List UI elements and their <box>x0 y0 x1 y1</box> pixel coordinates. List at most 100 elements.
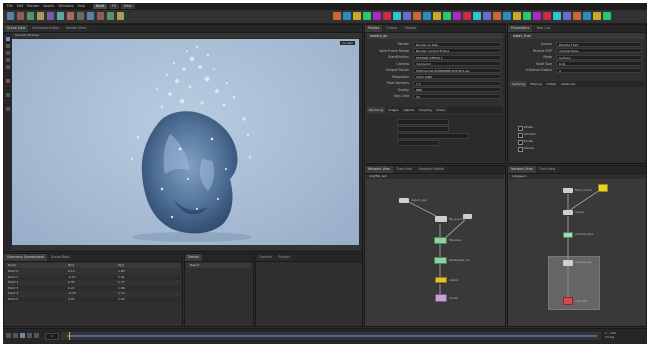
shelf-tool-icon[interactable] <box>483 12 491 20</box>
param-field[interactable]: Surface <box>556 54 642 60</box>
shelf-tool-icon[interactable] <box>77 12 84 20</box>
tab-scene-view[interactable]: Scene View <box>4 25 29 32</box>
node-yellow-flag[interactable] <box>598 184 608 192</box>
tab-scene-data[interactable]: Scene Data <box>47 254 73 261</box>
menu-item-assets[interactable]: Assets <box>43 4 54 8</box>
render-node-name[interactable]: mantra_ipr <box>370 33 387 39</box>
node-flip-source[interactable] <box>435 216 447 222</box>
tab-objects[interactable]: Objects <box>401 25 420 32</box>
record-icon[interactable] <box>6 79 10 83</box>
tab-mantra[interactable]: Mantra <box>365 25 383 32</box>
lower-param-field-2[interactable] <box>397 126 449 132</box>
param-field[interactable]: 10 <box>413 93 501 99</box>
move-tool-icon[interactable] <box>6 44 10 48</box>
shelf-tool-icon[interactable] <box>533 12 541 20</box>
network-path-2[interactable]: /obj/geo1 <box>512 174 526 179</box>
shelf-tool-icon[interactable] <box>373 12 381 20</box>
param-field[interactable]: 1920 1080 <box>413 74 501 79</box>
network-path-1[interactable]: /obj/flip_sim <box>369 174 387 179</box>
tab-python[interactable]: Python <box>275 254 293 261</box>
step-back-icon[interactable] <box>13 333 18 338</box>
node-particle-fluid[interactable] <box>563 232 573 238</box>
shelf-tool-icon[interactable] <box>393 12 401 20</box>
subtab-scripting[interactable]: Scripting <box>417 107 434 113</box>
tab-network-view[interactable]: Network View <box>365 166 393 173</box>
display-mode-label[interactable]: Smooth Shaded <box>15 33 39 38</box>
timeline-playhead[interactable] <box>69 332 70 340</box>
node-volume-vop[interactable] <box>563 260 573 266</box>
shelf-tool-icon[interactable] <box>493 12 501 20</box>
param-field[interactable]: /obj/particles <box>556 48 642 53</box>
col-header-node[interactable]: Node <box>6 263 68 268</box>
shelf-tool-icon[interactable] <box>47 12 54 20</box>
shelf-tool-icon[interactable] <box>513 12 521 20</box>
lower-param-field-4[interactable] <box>397 140 439 146</box>
shelf-tool-icon[interactable] <box>453 12 461 20</box>
current-frame-field[interactable]: 1 <box>45 333 59 340</box>
shelf-tool-icon[interactable] <box>403 12 411 20</box>
col-header-px[interactable]: P[x] <box>68 263 118 268</box>
tab-tree-view-2[interactable]: Tree View <box>536 166 559 173</box>
desktop-tab-main[interactable]: Main <box>121 4 135 9</box>
param-field[interactable]: Render to Disk <box>413 41 501 47</box>
timeline-scrubber[interactable] <box>61 332 601 340</box>
shelf-tool-icon[interactable] <box>67 12 74 20</box>
play-icon[interactable] <box>20 333 25 338</box>
step-forward-icon[interactable] <box>27 333 32 338</box>
tab-tree-view[interactable]: Tree View <box>393 166 416 173</box>
menu-item-windows[interactable]: Windows <box>58 4 73 8</box>
node-merge[interactable] <box>563 210 573 215</box>
shelf-tool-icon[interactable] <box>543 12 551 20</box>
jump-end-icon[interactable] <box>34 333 39 338</box>
tab-material-palette[interactable]: Material Palette <box>416 166 448 173</box>
tab-animation-editor[interactable]: Animation Editor <box>29 25 62 32</box>
tab-parameters[interactable]: Parameters <box>508 25 533 32</box>
subtab-output[interactable]: Output <box>544 81 559 87</box>
shelf-tool-icon[interactable] <box>57 12 64 20</box>
subtab-surfacing[interactable]: Surfacing <box>510 81 528 87</box>
node-import-geo[interactable] <box>399 198 409 203</box>
checkbox[interactable] <box>518 132 523 138</box>
shelf-tool-icon[interactable] <box>523 12 531 20</box>
shelf-tool-icon[interactable] <box>463 12 471 20</box>
checkbox[interactable] <box>518 146 523 152</box>
shelf-tool-icon[interactable] <box>383 12 391 20</box>
node-whitewater-src[interactable] <box>434 257 447 264</box>
param-field[interactable]: $FSTART $FEND 1 <box>413 54 501 60</box>
shelf-tool-icon[interactable] <box>107 12 114 20</box>
subtab-objects[interactable]: Objects <box>401 107 417 113</box>
node-output[interactable] <box>435 277 447 283</box>
subtab-rendering[interactable]: Rendering <box>367 107 386 113</box>
tab-network-view-2[interactable]: Network View <box>508 166 536 173</box>
select-tool-icon[interactable] <box>6 37 10 41</box>
node-render[interactable] <box>435 294 447 302</box>
col-header-py[interactable]: P[y] <box>118 263 168 268</box>
tab-output[interactable]: Output <box>383 25 401 32</box>
param-field[interactable]: 0.01 <box>556 61 642 66</box>
param-field[interactable]: PBR <box>413 87 501 92</box>
param-field[interactable]: 3 3 <box>413 80 501 86</box>
menu-item-render[interactable]: Render <box>27 4 39 8</box>
right-node-name[interactable]: water_fluid <box>513 33 531 39</box>
checkbox[interactable] <box>518 139 523 145</box>
shelf-tool-icon[interactable] <box>433 12 441 20</box>
param-field[interactable]: Render Current Frame <box>413 48 501 53</box>
lower-param-field-1[interactable] <box>397 119 449 125</box>
jump-start-icon[interactable] <box>6 333 11 338</box>
network-box[interactable] <box>548 256 600 310</box>
shelf-tool-icon[interactable] <box>117 12 124 20</box>
shelf-tool-icon[interactable] <box>333 12 341 20</box>
param-field[interactable]: Particle Fluid <box>556 41 642 47</box>
subtab-images[interactable]: Images <box>386 107 401 113</box>
node-null-out[interactable] <box>563 297 573 305</box>
shelf-tool-icon[interactable] <box>503 12 511 20</box>
param-field[interactable]: 2 <box>556 67 642 73</box>
handle-tool-icon[interactable] <box>6 65 10 69</box>
shelf-tool-icon[interactable] <box>443 12 451 20</box>
shelf-tool-icon[interactable] <box>583 12 591 20</box>
tab-console[interactable]: Console <box>256 254 275 261</box>
scale-tool-icon[interactable] <box>6 58 10 62</box>
tab-details[interactable]: Details <box>185 254 203 261</box>
node-side-input[interactable] <box>463 214 472 219</box>
menu-item-help[interactable]: Help <box>78 4 86 8</box>
